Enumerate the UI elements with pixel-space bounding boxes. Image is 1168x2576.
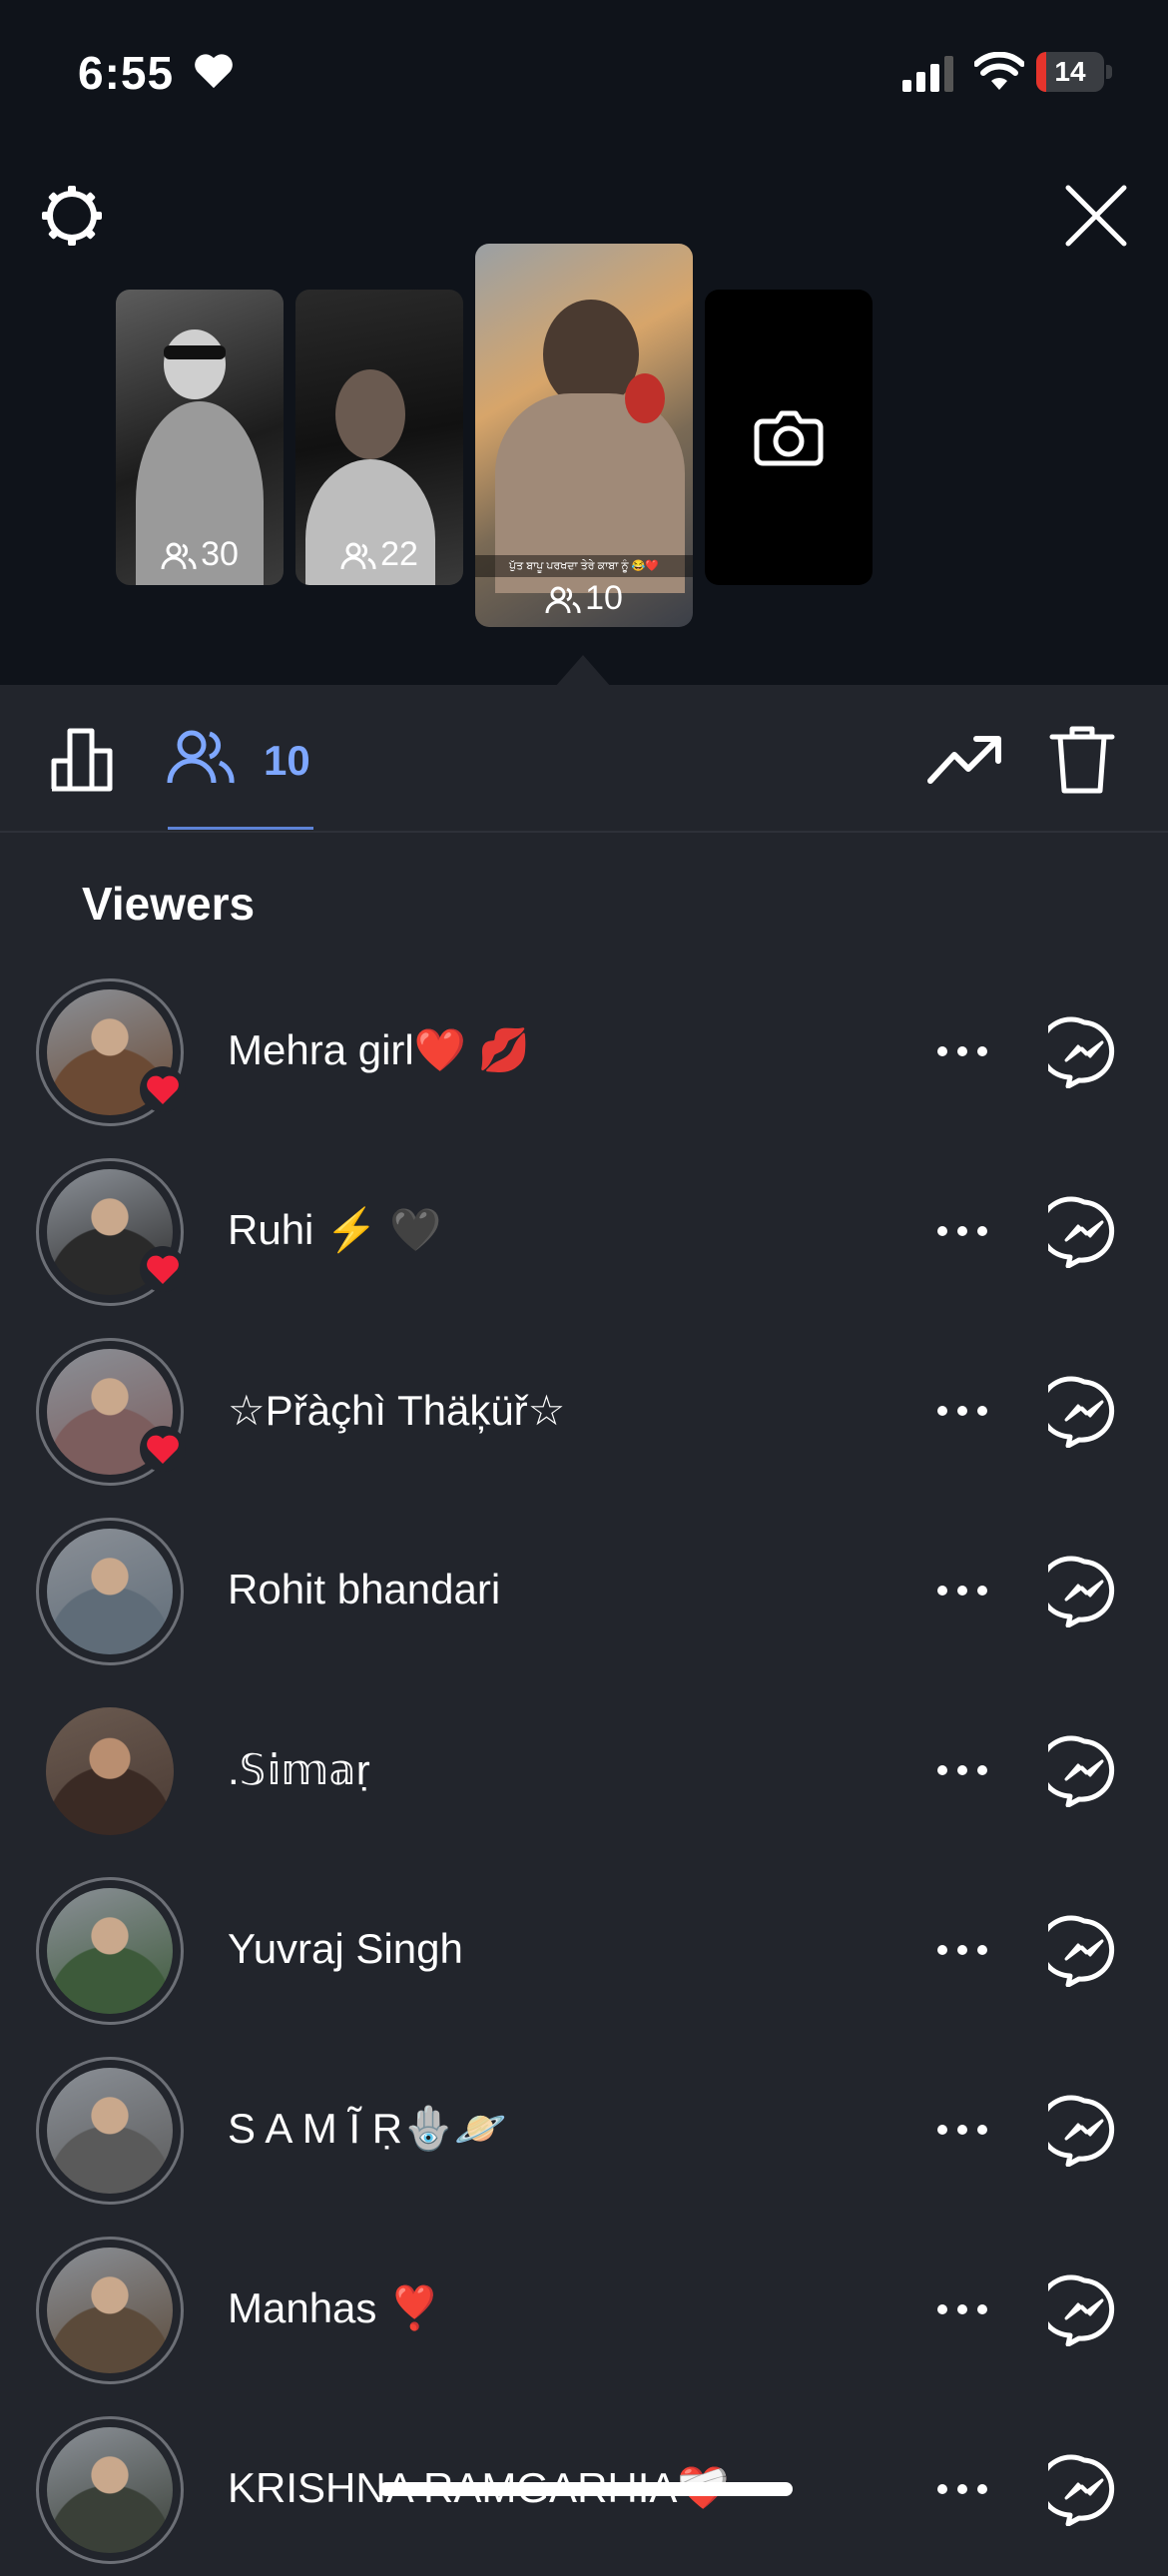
viewer-name[interactable]: S A M Ĩ Ṛ🪬🪐 (228, 2105, 507, 2154)
viewer-name[interactable]: Rohit bhandari (228, 1566, 500, 1613)
viewer-row[interactable]: S A M Ĩ Ṛ🪬🪐 (0, 2037, 1168, 2217)
viewer-row[interactable]: Manhas ❣️ (0, 2217, 1168, 2396)
more-horizontal-icon[interactable] (932, 1576, 992, 1606)
viewer-row[interactable]: .𝕊𝕚𝕞𝕒ṛ (0, 1677, 1168, 1857)
active-tab-indicator (168, 827, 313, 830)
more-horizontal-icon[interactable] (932, 2115, 992, 2145)
viewers-count: 10 (264, 737, 310, 784)
messenger-icon[interactable] (1048, 1376, 1120, 1448)
messenger-icon[interactable] (1048, 1016, 1120, 1088)
messenger-icon[interactable] (1048, 1735, 1120, 1807)
more-horizontal-icon[interactable] (932, 1755, 992, 1785)
story-toolbar: 10 (0, 685, 1168, 833)
people-icon (167, 730, 235, 784)
bar-chart-icon[interactable] (48, 723, 120, 795)
viewer-name[interactable]: Yuvraj Singh (228, 1925, 463, 1973)
avatar-image (47, 2068, 173, 2194)
story-views-count: 22 (295, 535, 463, 574)
viewer-name[interactable]: .𝕊𝕚𝕞𝕒ṛ (228, 1745, 370, 1794)
story-thumbnail-3-selected[interactable]: ਪੁੱਤ ਬਾਪੂ ਪਰਖਦਾ ਤੇਰੇ ਕਾਬਾ ਨੂੰ 😂❤️ 10 (475, 244, 693, 627)
more-horizontal-icon[interactable] (932, 1935, 992, 1965)
messenger-icon[interactable] (1048, 1556, 1120, 1627)
avatar[interactable] (36, 2057, 184, 2205)
viewer-name[interactable]: Ruhi ⚡ 🖤 (228, 1206, 441, 1255)
viewer-name[interactable]: Manhas ❣️ (228, 2284, 440, 2333)
home-indicator[interactable] (379, 2482, 793, 2496)
add-story-camera-button[interactable] (705, 290, 873, 585)
messenger-icon[interactable] (1048, 2095, 1120, 2167)
avatar-image (47, 2248, 173, 2373)
story-selector-area: 6:55 14 30 22 ਪੁੱਤ ਬਾਪੂ ਪਰਖਦਾ ਤੇਰੇ ਕਾਬਾ … (0, 0, 1168, 687)
heart-icon (140, 1066, 186, 1112)
more-horizontal-icon[interactable] (932, 2474, 992, 2504)
people-icon (161, 542, 197, 570)
battery-indicator: 14 (1036, 52, 1114, 94)
story-caption: ਪੁੱਤ ਬਾਪੂ ਪਰਖਦਾ ਤੇਰੇ ਕਾਬਾ ਨੂੰ 😂❤️ (475, 555, 693, 577)
avatar[interactable] (36, 2237, 184, 2384)
people-icon (545, 586, 581, 614)
viewer-row[interactable]: Mehra girl❤️ 💋 (0, 959, 1168, 1138)
viewer-row[interactable]: Yuvraj Singh (0, 1857, 1168, 2037)
close-icon[interactable] (1058, 178, 1134, 254)
tab-viewers[interactable]: 10 (166, 715, 313, 830)
status-bar: 6:55 14 (0, 0, 1168, 150)
messenger-icon[interactable] (1048, 2274, 1120, 2346)
avatar[interactable] (46, 1707, 174, 1835)
people-icon (340, 542, 376, 570)
story-thumbnail-1[interactable]: 30 (116, 290, 284, 585)
messenger-icon[interactable] (1048, 2454, 1120, 2526)
more-horizontal-icon[interactable] (932, 1396, 992, 1426)
viewer-row[interactable]: Rohit bhandari (0, 1498, 1168, 1677)
signal-icon (902, 56, 953, 92)
story-views-count: 30 (116, 535, 284, 574)
wifi-icon (974, 52, 1024, 90)
avatar[interactable] (36, 1877, 184, 2025)
more-horizontal-icon[interactable] (932, 1036, 992, 1066)
camera-icon (754, 410, 824, 466)
heart-icon (140, 1426, 186, 1472)
avatar-image (47, 2427, 173, 2553)
settings-icon[interactable] (34, 178, 110, 254)
story-thumbnail-2[interactable]: 22 (295, 290, 463, 585)
status-time: 6:55 (78, 47, 175, 99)
heart-icon (140, 1246, 186, 1292)
trending-up-icon[interactable] (926, 723, 1002, 795)
messenger-icon[interactable] (1048, 1196, 1120, 1268)
battery-percent: 14 (1054, 56, 1086, 87)
story-views-count: 10 (475, 579, 693, 618)
avatar[interactable] (36, 2416, 184, 2564)
viewers-heading: Viewers (82, 878, 256, 930)
avatar[interactable] (36, 1518, 184, 1665)
more-horizontal-icon[interactable] (932, 1216, 992, 1246)
avatar-image (47, 1888, 173, 2014)
selected-story-pointer (555, 655, 611, 687)
messenger-icon[interactable] (1048, 1915, 1120, 1987)
viewer-name[interactable]: ☆Přàçhì Thäķüř☆ (228, 1386, 565, 1435)
viewer-row[interactable]: ☆Přàçhì Thäķüř☆ (0, 1318, 1168, 1498)
viewer-row[interactable]: Ruhi ⚡ 🖤 (0, 1138, 1168, 1318)
heart-status-icon (195, 54, 233, 89)
more-horizontal-icon[interactable] (932, 2294, 992, 2324)
avatar-image (47, 1529, 173, 1654)
trash-icon[interactable] (1046, 721, 1118, 797)
viewer-name[interactable]: Mehra girl❤️ 💋 (228, 1026, 530, 1075)
